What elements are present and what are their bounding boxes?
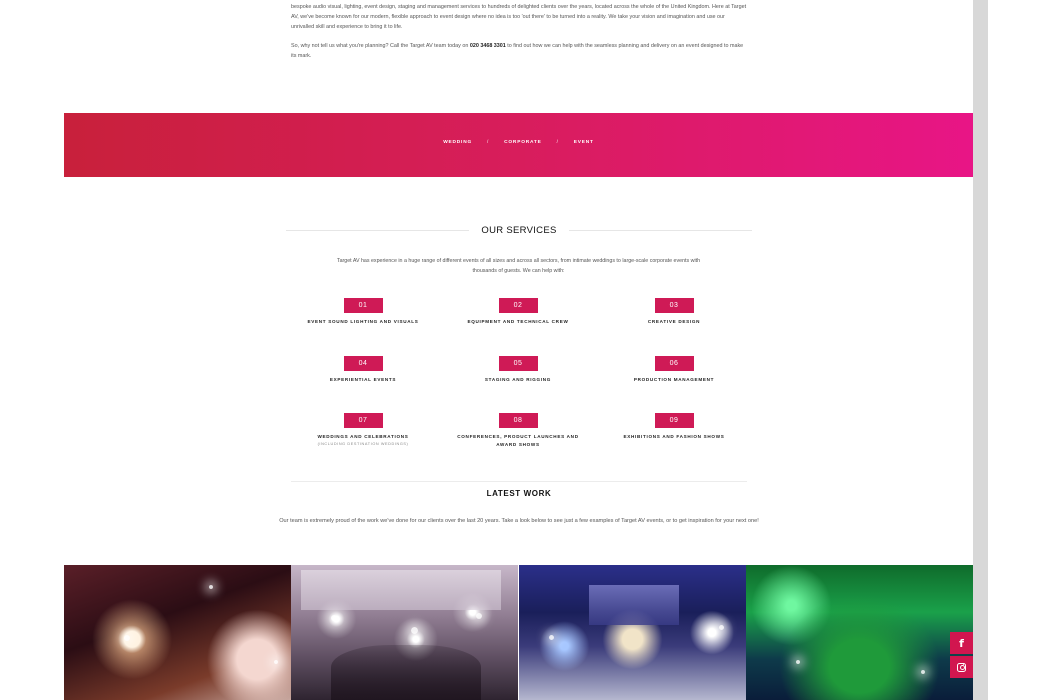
spotlight bbox=[411, 627, 419, 634]
event-photo-stage-lights[interactable] bbox=[291, 565, 519, 700]
scrollbar[interactable] bbox=[973, 0, 988, 700]
service-item[interactable]: 04 EXPERIENTIAL EVENTS bbox=[283, 352, 443, 384]
service-label: EQUIPMENT AND TECHNICAL CREW bbox=[467, 319, 569, 324]
service-label: EXHIBITIONS AND FASHION SHOWS bbox=[623, 434, 725, 439]
category-nav: WEDDING / CORPORATE / EVENT bbox=[64, 140, 973, 145]
service-number: 01 bbox=[343, 298, 383, 313]
service-item[interactable]: 02 EQUIPMENT AND TECHNICAL CREW bbox=[438, 294, 598, 326]
service-item[interactable]: 09 EXHIBITIONS AND FASHION SHOWS bbox=[594, 409, 754, 441]
crowd-silhouette bbox=[331, 645, 482, 700]
services-title: OUR SERVICES bbox=[481, 225, 557, 236]
category-link-event[interactable]: EVENT bbox=[574, 140, 594, 145]
instagram-icon bbox=[957, 662, 966, 672]
phone-number[interactable]: 020 3468 3301 bbox=[470, 43, 506, 49]
category-banner: WEDDING / CORPORATE / EVENT bbox=[64, 113, 973, 177]
work-gallery bbox=[64, 565, 973, 700]
category-link-wedding[interactable]: WEDDING bbox=[443, 140, 472, 145]
heading-rule-left bbox=[286, 230, 470, 231]
spotlight bbox=[476, 613, 483, 619]
service-item[interactable]: 07 WEDDINGS AND CELEBRATIONS (INCLUDING … bbox=[283, 409, 443, 447]
service-item[interactable]: 01 EVENT SOUND LIGHTING AND VISUALS bbox=[283, 294, 443, 326]
services-heading: OUR SERVICES bbox=[286, 225, 753, 236]
service-item[interactable]: 06 PRODUCTION MANAGEMENT bbox=[594, 352, 754, 384]
instagram-button[interactable] bbox=[950, 656, 973, 678]
intro-paragraph-2: So, why not tell us what you're planning… bbox=[291, 41, 747, 61]
nav-separator: / bbox=[487, 140, 490, 145]
service-number: 04 bbox=[343, 356, 383, 371]
service-label: PRODUCTION MANAGEMENT bbox=[633, 377, 715, 382]
service-number: 08 bbox=[498, 413, 538, 428]
section-divider bbox=[291, 481, 747, 482]
light-flare bbox=[124, 635, 130, 641]
service-number: 06 bbox=[654, 356, 694, 371]
intro-paragraph-1: our clients, where every detail is just … bbox=[291, 4, 747, 30]
spotlight bbox=[795, 660, 800, 664]
service-label: EVENT SOUND LIGHTING AND VISUALS bbox=[307, 319, 419, 324]
light-flare bbox=[274, 660, 278, 664]
service-number: 03 bbox=[654, 298, 694, 313]
services-intro: Target AV has experience in a huge range… bbox=[336, 258, 701, 274]
service-label: CREATIVE DESIGN bbox=[647, 319, 701, 324]
light-flare bbox=[209, 585, 213, 589]
event-photo-green-stage[interactable] bbox=[745, 565, 973, 700]
stage-screen bbox=[301, 570, 502, 610]
service-label: CONFERENCES, PRODUCT LAUNCHES AND AWARD … bbox=[457, 434, 579, 447]
service-item[interactable]: 05 STAGING AND RIGGING bbox=[438, 352, 598, 384]
heading-rule-right bbox=[568, 230, 753, 231]
spotlight bbox=[331, 615, 338, 621]
event-photo-wedding-cake[interactable] bbox=[64, 565, 291, 700]
facebook-icon: f bbox=[959, 636, 964, 650]
spotlight bbox=[548, 635, 554, 640]
latest-work-title: LATEST WORK bbox=[486, 489, 552, 498]
facebook-button[interactable]: f bbox=[950, 632, 973, 654]
service-label: EXPERIENTIAL EVENTS bbox=[329, 377, 397, 382]
service-number: 07 bbox=[343, 413, 383, 428]
nav-separator: / bbox=[556, 140, 559, 145]
intro-paragraph-2-start: So, why not tell us what you're planning… bbox=[291, 43, 470, 49]
event-photo-banquet-stage[interactable] bbox=[518, 565, 746, 700]
spotlight bbox=[920, 670, 925, 674]
category-link-corporate[interactable]: CORPORATE bbox=[504, 140, 542, 145]
service-label: STAGING AND RIGGING bbox=[484, 377, 552, 382]
service-number: 09 bbox=[654, 413, 694, 428]
service-item[interactable]: 03 CREATIVE DESIGN bbox=[594, 294, 754, 326]
service-label: WEDDINGS AND CELEBRATIONS bbox=[317, 434, 409, 439]
intro-text: our clients, where every detail is just … bbox=[291, 0, 747, 70]
service-number: 05 bbox=[498, 356, 538, 371]
service-item[interactable]: 08 CONFERENCES, PRODUCT LAUNCHES AND AWA… bbox=[438, 409, 598, 448]
service-number: 02 bbox=[498, 298, 538, 313]
stage-screen bbox=[588, 585, 679, 625]
latest-work-intro: Our team is extremely proud of the work … bbox=[279, 518, 759, 524]
spotlight bbox=[718, 625, 724, 630]
service-sublabel: (INCLUDING DESTINATION WEDDINGS) bbox=[317, 441, 409, 446]
page: our clients, where every detail is just … bbox=[0, 0, 1050, 700]
